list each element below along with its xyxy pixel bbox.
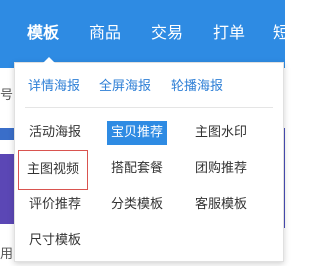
menu-item-group-buy-recommend[interactable]: 团购推荐	[191, 157, 251, 181]
menu-item-main-image-watermark[interactable]: 主图水印	[191, 121, 251, 145]
menu-item-activity-poster[interactable]: 活动海报	[25, 121, 85, 145]
nav-item-products[interactable]: 商品	[89, 22, 121, 44]
background-fragment-text: 号	[0, 88, 14, 103]
menu-item-item-recommend[interactable]: 宝贝推荐	[107, 121, 168, 145]
background-banner-strip	[0, 128, 14, 140]
template-dropdown-menu: 详情海报 全屏海报 轮播海报 活动海报 宝贝推荐 主图水印 主图视频 搭配套餐 …	[14, 57, 284, 262]
menu-item-category-template[interactable]: 分类模板	[107, 193, 167, 217]
menu-item-review-recommend[interactable]: 评价推荐	[25, 193, 85, 217]
menu-item-size-template[interactable]: 尺寸模板	[25, 229, 85, 253]
background-banner-purple	[0, 154, 14, 224]
link-carousel-poster[interactable]: 轮播海报	[171, 77, 223, 97]
link-detail-poster[interactable]: 详情海报	[28, 77, 80, 97]
nav-item-templates[interactable]: 模板	[27, 22, 59, 44]
dropdown-arrow	[43, 57, 55, 63]
link-fullscreen-poster[interactable]: 全屏海报	[99, 77, 151, 97]
menu-item-bundle-package[interactable]: 搭配套餐	[107, 157, 167, 181]
menu-item-main-image-video[interactable]: 主图视频	[18, 150, 89, 190]
menu-divider	[25, 107, 273, 108]
nav-item-printing[interactable]: 打单	[213, 22, 245, 44]
nav-item-trades[interactable]: 交易	[151, 22, 183, 44]
background-fragment-text: 用	[0, 247, 14, 262]
nav-item-short[interactable]: 短	[273, 22, 289, 44]
menu-item-customer-service-template[interactable]: 客服模板	[191, 193, 251, 217]
